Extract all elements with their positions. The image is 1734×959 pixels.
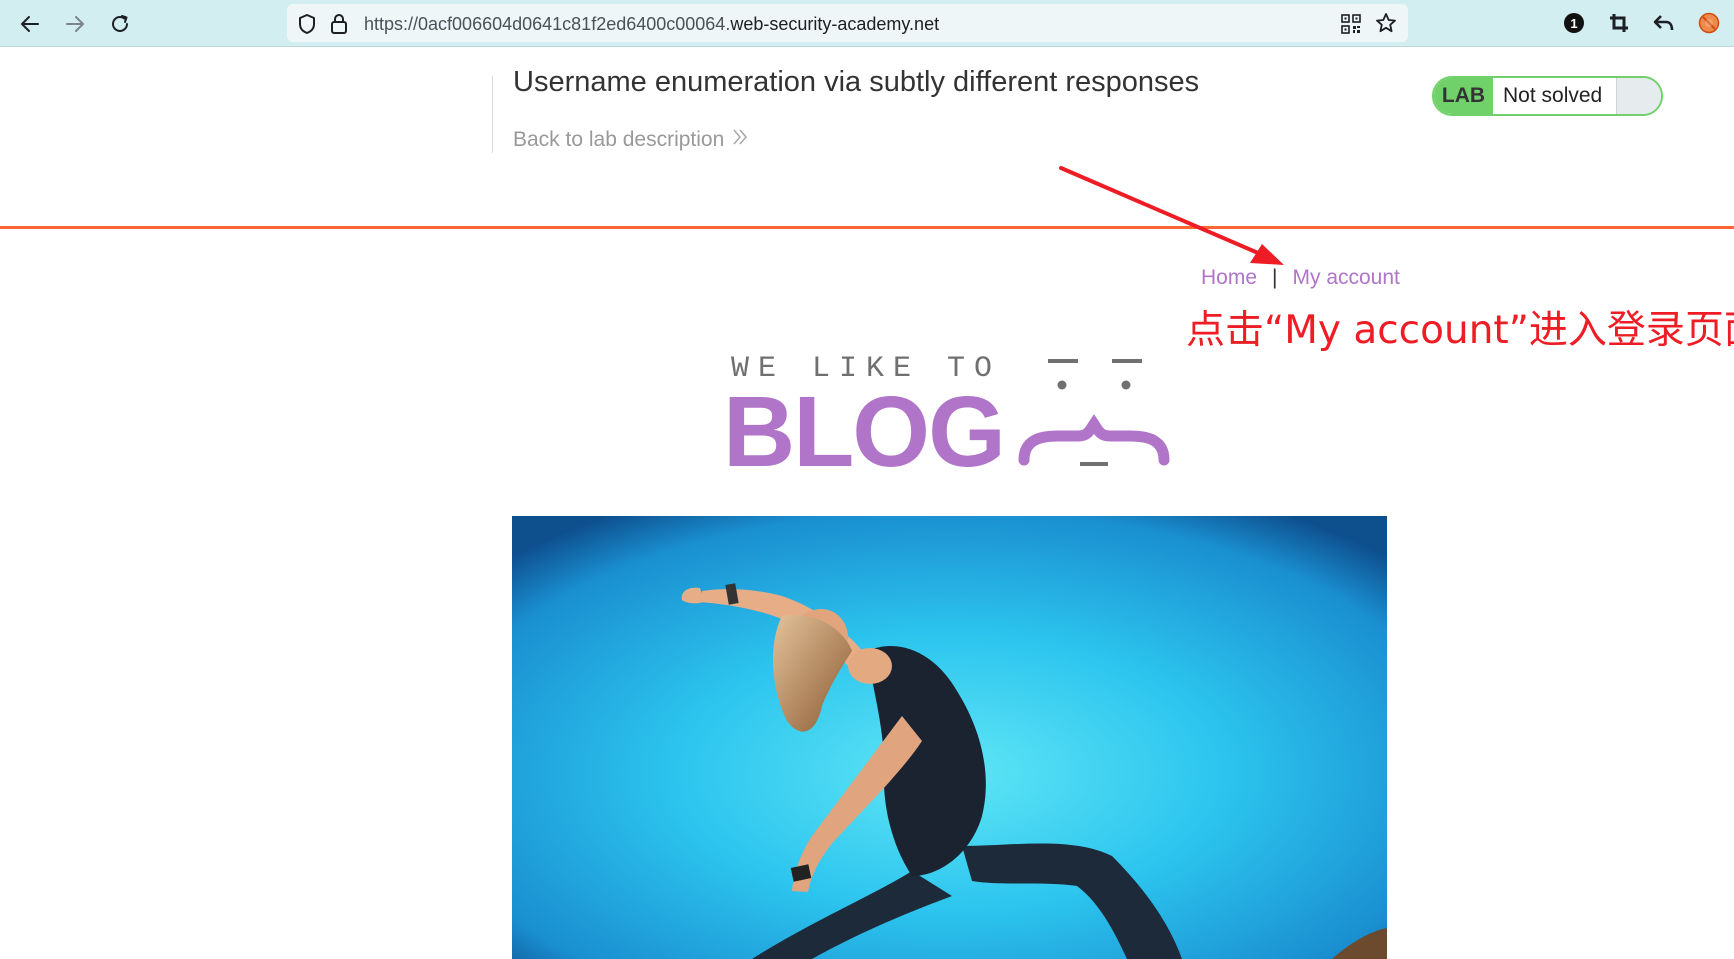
nav-home-link[interactable]: Home bbox=[1201, 266, 1257, 290]
qr-code-icon[interactable] bbox=[1341, 14, 1361, 39]
lab-status-text: Not solved bbox=[1503, 84, 1603, 107]
logo-face-icon bbox=[1018, 359, 1170, 466]
blocker-extension-icon[interactable] bbox=[1696, 10, 1722, 36]
header-divider-rule bbox=[0, 226, 1734, 229]
url-text[interactable]: https://0acf006604d0641c81f2ed6400c00064… bbox=[364, 14, 939, 35]
annotation-text: 点击“My account”进入登录页面 bbox=[1186, 308, 1734, 353]
nav-my-account-link[interactable]: My account bbox=[1293, 266, 1400, 290]
nav-separator: | bbox=[1272, 266, 1278, 289]
blog-nav: Home | My account bbox=[1201, 266, 1400, 290]
lab-status-toggle[interactable] bbox=[1616, 78, 1661, 114]
address-bar[interactable]: https://0acf006604d0641c81f2ed6400c00064… bbox=[287, 4, 1408, 42]
lab-status-tag: LAB bbox=[1434, 78, 1493, 114]
undo-icon[interactable] bbox=[1651, 10, 1677, 36]
reload-icon[interactable] bbox=[104, 8, 136, 40]
back-to-lab-description-link[interactable]: Back to lab description bbox=[513, 128, 748, 152]
url-host: web-security-academy.net bbox=[730, 14, 940, 34]
shield-icon[interactable] bbox=[297, 13, 317, 40]
back-link-label: Back to lab description bbox=[513, 128, 725, 151]
lab-status-widget: LAB Not solved bbox=[1432, 76, 1663, 116]
url-prefix: https://0acf006604d0641c81f2ed6400c00064… bbox=[364, 14, 731, 34]
forward-arrow-icon[interactable] bbox=[59, 8, 91, 40]
lock-icon[interactable] bbox=[330, 13, 348, 40]
lab-title: Username enumeration via subtly differen… bbox=[513, 66, 1200, 98]
extension-badge-count: 1 bbox=[1564, 13, 1584, 33]
double-chevron-right-icon bbox=[732, 128, 748, 152]
star-icon[interactable] bbox=[1375, 12, 1397, 39]
logo-blog-text: BLOG bbox=[723, 376, 1006, 488]
lab-header-divider bbox=[492, 76, 493, 153]
hero-yoga-image bbox=[512, 516, 1387, 959]
extension-badge-icon[interactable]: 1 bbox=[1561, 10, 1587, 36]
browser-toolbar: https://0acf006604d0641c81f2ed6400c00064… bbox=[0, 0, 1734, 47]
crop-icon[interactable] bbox=[1606, 10, 1632, 36]
back-arrow-icon[interactable] bbox=[14, 8, 46, 40]
